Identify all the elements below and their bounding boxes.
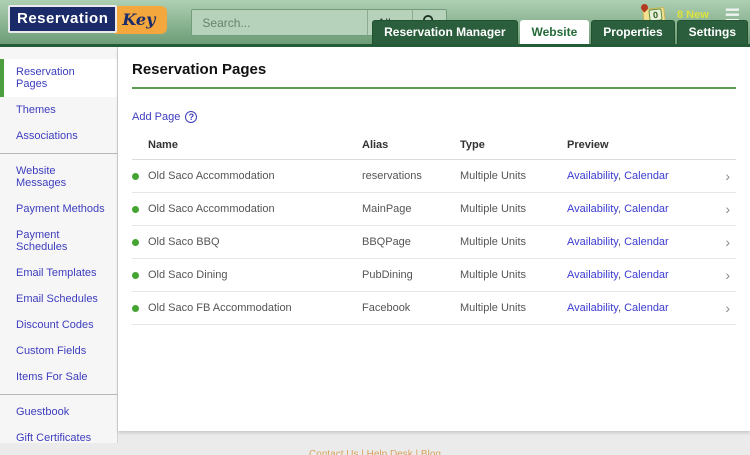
cell-type: Multiple Units (460, 226, 567, 259)
reservationkey-logo[interactable]: Reservation Key (8, 5, 167, 33)
sidebar-item-email-templates[interactable]: Email Templates (0, 260, 117, 286)
primary-tabs: Reservation ManagerWebsitePropertiesSett… (372, 20, 748, 44)
active-status-icon (132, 239, 139, 246)
sidebar-item-custom-fields[interactable]: Custom Fields (0, 338, 117, 364)
tab-settings[interactable]: Settings (677, 20, 748, 44)
add-page-link[interactable]: Add Page (132, 111, 180, 123)
preview-link-calendar[interactable]: Calendar (624, 236, 669, 248)
cell-type: Multiple Units (460, 292, 567, 325)
sidebar-item-website-messages[interactable]: Website Messages (0, 158, 117, 196)
preview-link-availability[interactable]: Availability (567, 236, 618, 248)
table-row[interactable]: Old Saco FB AccommodationFacebookMultipl… (132, 292, 736, 325)
row-chevron-icon[interactable]: › (712, 292, 736, 325)
footer-links[interactable]: Contact Us | Help Desk | Blog (309, 449, 441, 455)
cell-alias: reservations (362, 160, 460, 193)
row-chevron-icon[interactable]: › (712, 193, 736, 226)
cell-name: Old Saco FB Accommodation (132, 292, 362, 325)
sidebar-item-payment-schedules[interactable]: Payment Schedules (0, 222, 117, 260)
column-header-type: Type (460, 133, 567, 160)
row-chevron-icon[interactable]: › (712, 226, 736, 259)
sidebar-item-gift-certificates[interactable]: Gift Certificates (0, 425, 117, 443)
active-status-icon (132, 272, 139, 279)
row-chevron-icon[interactable]: › (712, 160, 736, 193)
preview-link-calendar[interactable]: Calendar (624, 269, 669, 281)
cell-type: Multiple Units (460, 193, 567, 226)
cell-alias: BBQPage (362, 226, 460, 259)
table-header-row: Name Alias Type Preview (132, 133, 736, 160)
cell-alias: MainPage (362, 193, 460, 226)
cell-preview: Availability, Calendar (567, 160, 712, 193)
cell-preview: Availability, Calendar (567, 292, 712, 325)
cell-alias: Facebook (362, 292, 460, 325)
sidebar-divider (0, 394, 117, 395)
sidebar-item-associations[interactable]: Associations (0, 123, 117, 149)
active-status-icon (132, 206, 139, 213)
main-panel: Reservation Pages Add Page ? Name Alias … (118, 47, 750, 431)
sidebar-item-email-schedules[interactable]: Email Schedules (0, 286, 117, 312)
add-page-row: Add Page ? (132, 111, 736, 123)
sidebar-item-themes[interactable]: Themes (0, 97, 117, 123)
preview-link-calendar[interactable]: Calendar (624, 203, 669, 215)
table-row[interactable]: Old Saco DiningPubDiningMultiple UnitsAv… (132, 259, 736, 292)
tab-reservation-manager[interactable]: Reservation Manager (372, 20, 517, 44)
active-status-icon (132, 173, 139, 180)
table-row[interactable]: Old Saco BBQBBQPageMultiple UnitsAvailab… (132, 226, 736, 259)
sidebar-item-discount-codes[interactable]: Discount Codes (0, 312, 117, 338)
cell-name: Old Saco Accommodation (132, 193, 362, 226)
sidebar-divider (0, 153, 117, 154)
search-input[interactable] (192, 10, 367, 35)
cell-type: Multiple Units (460, 160, 567, 193)
cell-name: Old Saco Dining (132, 259, 362, 292)
column-header-alias: Alias (362, 133, 460, 160)
cell-type: Multiple Units (460, 259, 567, 292)
sidebar: Reservation PagesThemesAssociations Websi… (0, 47, 118, 443)
preview-link-availability[interactable]: Availability (567, 269, 618, 281)
reservationkey-app: Reservation Key All ▼ 0 8 New ☰ (0, 0, 750, 455)
tab-website[interactable]: Website (520, 20, 590, 44)
sidebar-item-reservation-pages[interactable]: Reservation Pages (0, 59, 117, 97)
cell-preview: Availability, Calendar (567, 193, 712, 226)
logo-text-reservation: Reservation (8, 5, 117, 33)
column-header-preview: Preview (567, 133, 712, 160)
cell-alias: PubDining (362, 259, 460, 292)
preview-link-availability[interactable]: Availability (567, 170, 618, 182)
cell-preview: Availability, Calendar (567, 226, 712, 259)
column-header-actions (712, 133, 736, 160)
table-body: Old Saco AccommodationreservationsMultip… (132, 160, 736, 325)
active-status-icon (132, 305, 139, 312)
preview-link-calendar[interactable]: Calendar (624, 170, 669, 182)
sidebar-item-guestbook[interactable]: Guestbook (0, 399, 117, 425)
tab-properties[interactable]: Properties (591, 20, 674, 44)
preview-link-availability[interactable]: Availability (567, 302, 618, 314)
page-footer: Contact Us | Help Desk | Blog (0, 443, 750, 455)
page-title: Reservation Pages (132, 61, 736, 89)
preview-link-availability[interactable]: Availability (567, 203, 618, 215)
sidebar-item-payment-methods[interactable]: Payment Methods (0, 196, 117, 222)
preview-link-calendar[interactable]: Calendar (624, 302, 669, 314)
sidebar-nav: Reservation PagesThemesAssociations Websi… (0, 59, 117, 443)
logo-text-key: Key (114, 6, 167, 34)
table-row[interactable]: Old Saco AccommodationMainPageMultiple U… (132, 193, 736, 226)
table-row[interactable]: Old Saco AccommodationreservationsMultip… (132, 160, 736, 193)
row-chevron-icon[interactable]: › (712, 259, 736, 292)
reservation-pages-table: Name Alias Type Preview Old Saco Accommo… (132, 133, 736, 325)
cell-name: Old Saco BBQ (132, 226, 362, 259)
cell-preview: Availability, Calendar (567, 259, 712, 292)
help-icon[interactable]: ? (185, 111, 197, 123)
column-header-name: Name (132, 133, 362, 160)
app-header: Reservation Key All ▼ 0 8 New ☰ (0, 0, 750, 47)
content-area: Reservation PagesThemesAssociationsWebsi… (0, 47, 750, 443)
sidebar-item-items-for-sale[interactable]: Items For Sale (0, 364, 117, 390)
cell-name: Old Saco Accommodation (132, 160, 362, 193)
